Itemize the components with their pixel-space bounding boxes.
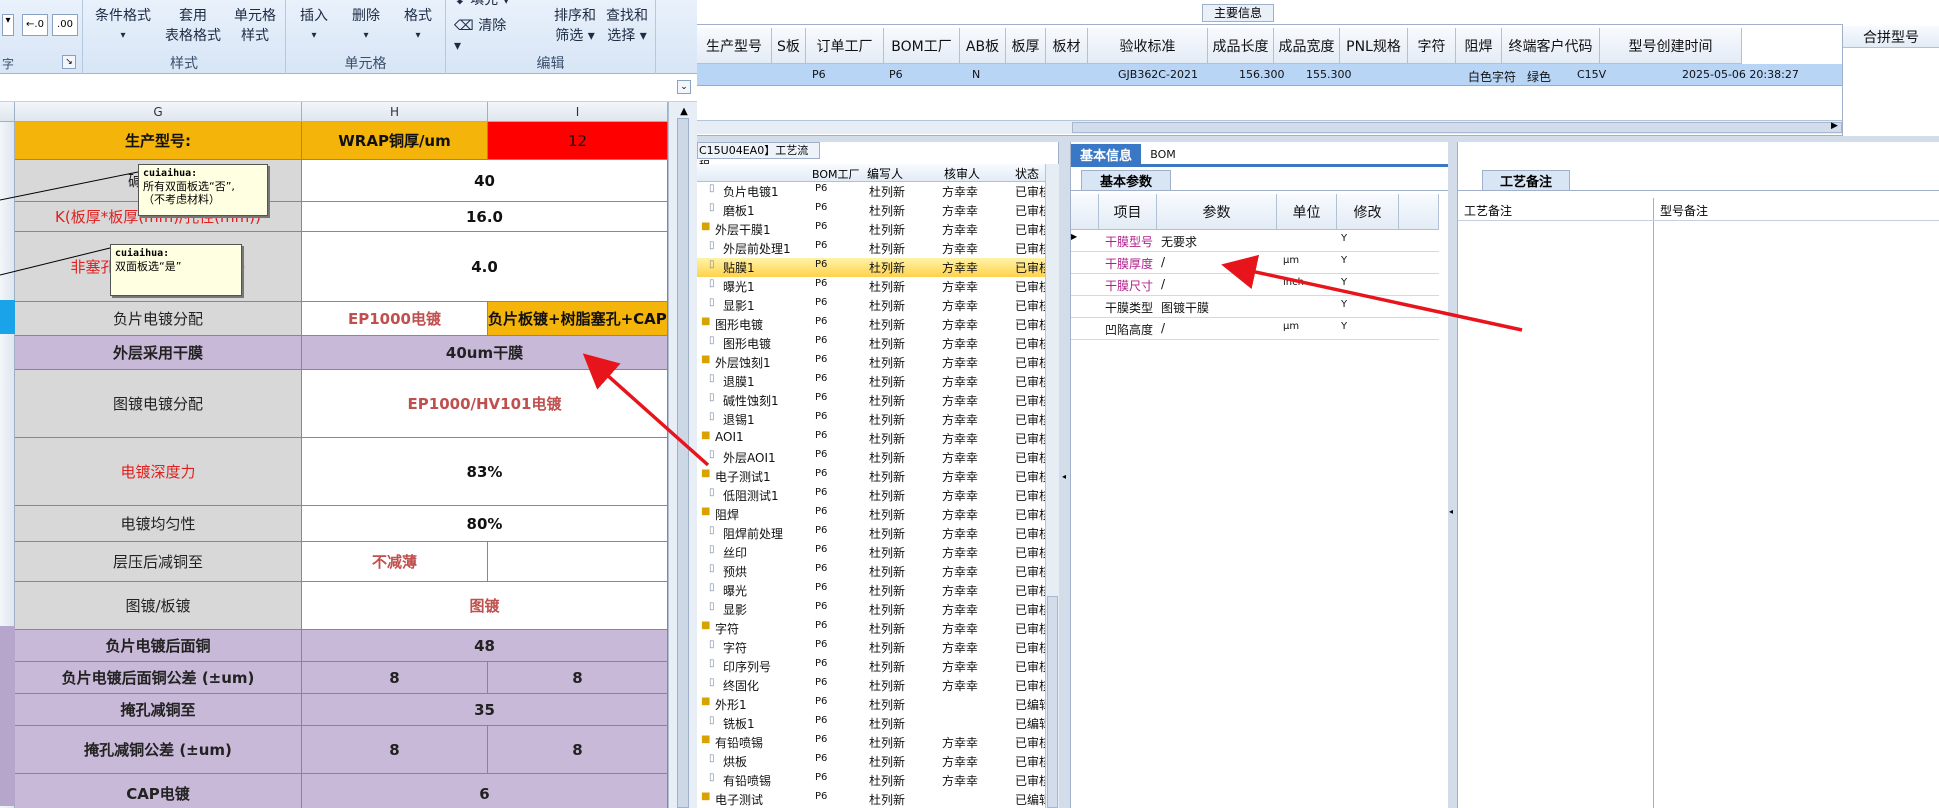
arrow-to-dry-film xyxy=(582,353,710,467)
annotation-arrows xyxy=(582,254,1523,467)
arrow-to-film-thickness xyxy=(1221,254,1523,332)
